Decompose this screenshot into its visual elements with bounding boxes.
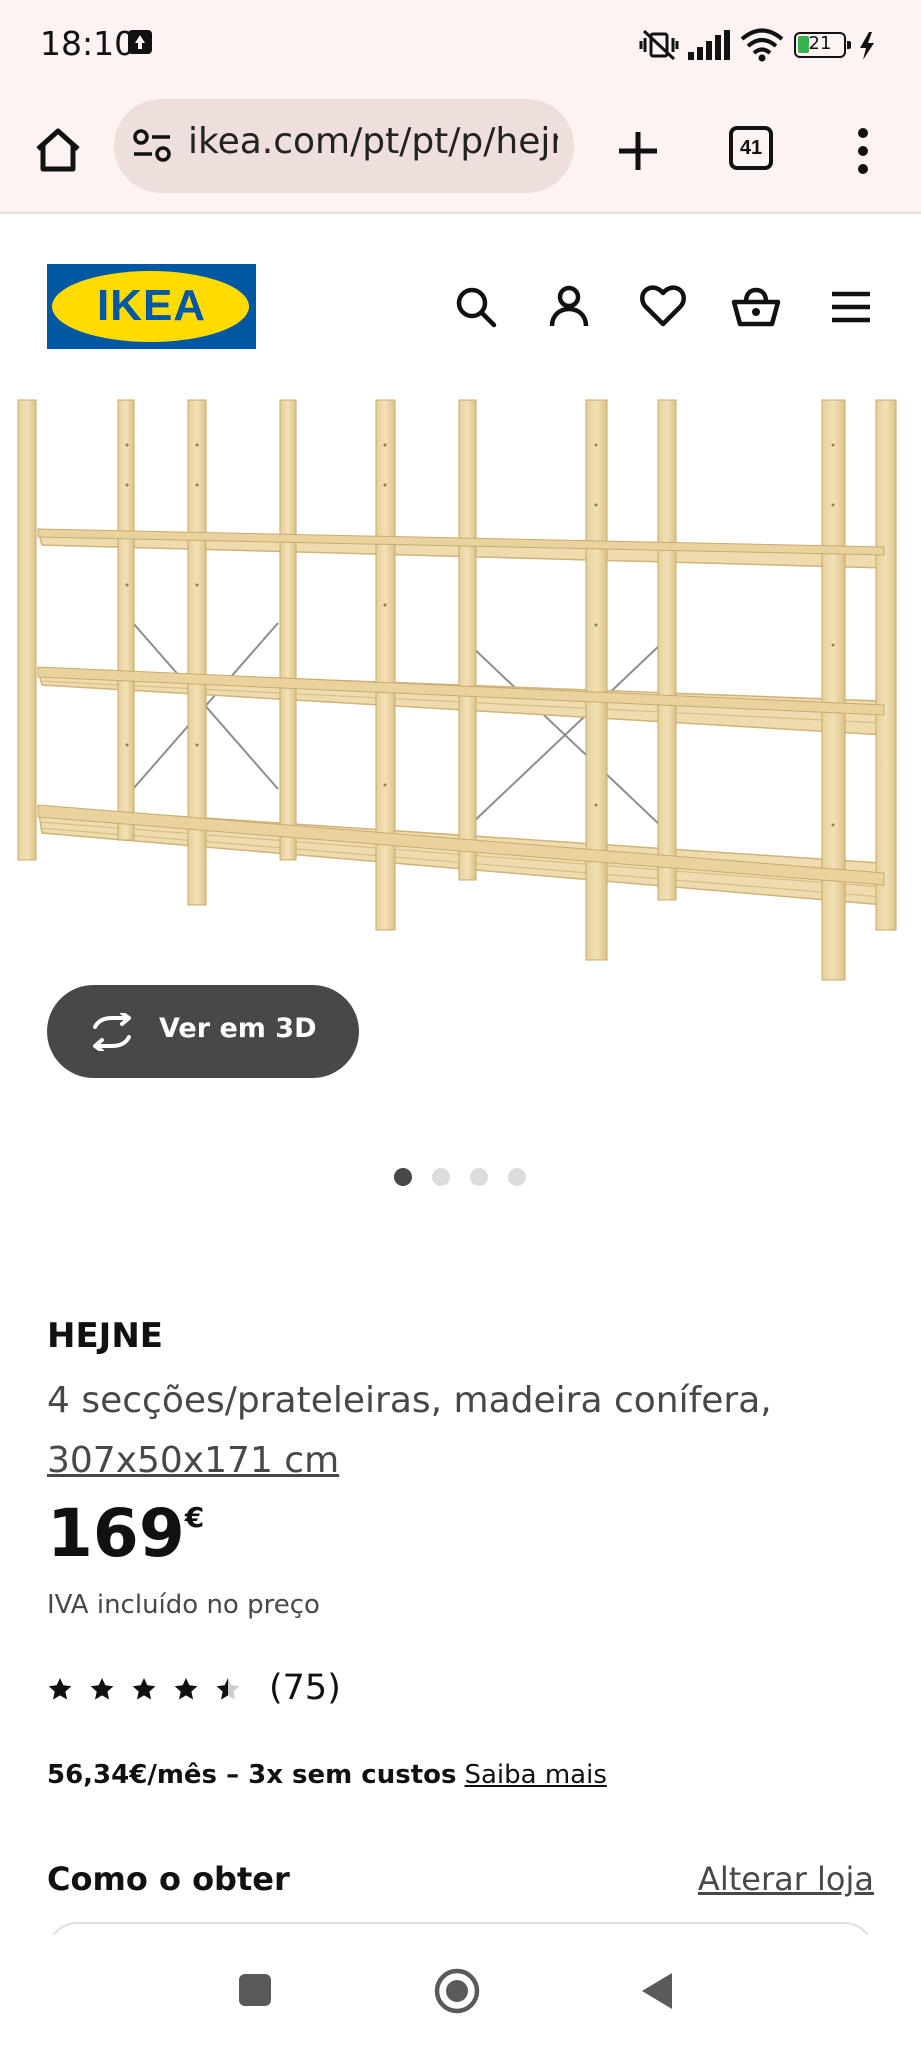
financing-terms: 56,34€/mês – 3x sem custos <box>47 1760 457 1790</box>
more-menu-icon[interactable] <box>848 125 878 177</box>
product-description: 4 secções/prateleiras, madeira conífera,… <box>47 1371 847 1491</box>
system-navigation-bar <box>0 1935 921 2048</box>
carousel-dot-1[interactable] <box>394 1168 412 1186</box>
status-time: 18:10 <box>40 24 136 63</box>
home-circle-icon[interactable] <box>433 1967 481 2015</box>
wifi-icon <box>740 28 784 62</box>
product-image[interactable] <box>0 385 921 985</box>
address-bar[interactable]: ikea.com/pt/pt/p/hejne <box>114 99 574 193</box>
account-icon[interactable] <box>544 282 594 332</box>
shelving-unit-image <box>17 399 897 981</box>
rating-stars <box>48 1678 240 1700</box>
vibrate-off-icon <box>639 29 679 61</box>
url-text[interactable]: ikea.com/pt/pt/p/hejne <box>188 121 558 162</box>
price-currency: € <box>184 1501 205 1534</box>
battery-icon: 21 <box>794 32 851 58</box>
site-header: IKEA <box>0 212 921 382</box>
product-name: HEJNE <box>47 1316 164 1356</box>
view-in-3d-label: Ver em 3D <box>159 1013 317 1044</box>
hamburger-menu-icon[interactable] <box>826 282 876 332</box>
carousel-dot-3[interactable] <box>470 1168 488 1186</box>
logo-text: IKEA <box>96 281 207 330</box>
tab-switcher-button[interactable]: 41 <box>729 126 773 170</box>
status-bar: 18:10 21 <box>0 0 921 95</box>
review-count[interactable]: (75) <box>269 1668 341 1708</box>
vat-note: IVA incluído no preço <box>47 1590 320 1620</box>
search-icon[interactable] <box>451 282 501 332</box>
upload-icon <box>128 30 152 54</box>
new-tab-icon[interactable] <box>610 123 666 179</box>
site-settings-icon[interactable] <box>132 128 172 164</box>
learn-more-link[interactable]: Saiba mais <box>464 1760 606 1790</box>
carousel-dot-2[interactable] <box>432 1168 450 1186</box>
home-icon[interactable] <box>30 123 86 179</box>
carousel-dot-4[interactable] <box>508 1168 526 1186</box>
tab-count: 41 <box>739 137 763 159</box>
battery-level: 21 <box>808 33 832 54</box>
signal-icon <box>688 30 730 60</box>
charging-icon <box>860 32 874 60</box>
product-type: 4 secções/prateleiras, madeira conífera, <box>47 1380 772 1421</box>
price-value: 169 <box>47 1495 185 1572</box>
back-icon[interactable] <box>640 1971 674 2011</box>
browser-toolbar: ikea.com/pt/pt/p/hejne 41 <box>0 95 921 214</box>
ikea-logo[interactable]: IKEA <box>47 264 256 349</box>
shopping-bag-icon[interactable] <box>731 282 781 332</box>
change-store-link[interactable]: Alterar loja <box>698 1860 874 1898</box>
wishlist-heart-icon[interactable] <box>638 282 688 332</box>
product-price: 169€ <box>47 1495 204 1572</box>
recents-icon[interactable] <box>238 1973 272 2007</box>
view-in-3d-button[interactable]: Ver em 3D <box>47 985 359 1078</box>
product-dimensions-link[interactable]: 307x50x171 cm <box>47 1440 339 1481</box>
how-to-get-heading: Como o obter <box>47 1860 290 1898</box>
rotate-3d-icon <box>93 1013 131 1051</box>
financing-info: 56,34€/mês – 3x sem custos Saiba mais <box>47 1760 607 1790</box>
